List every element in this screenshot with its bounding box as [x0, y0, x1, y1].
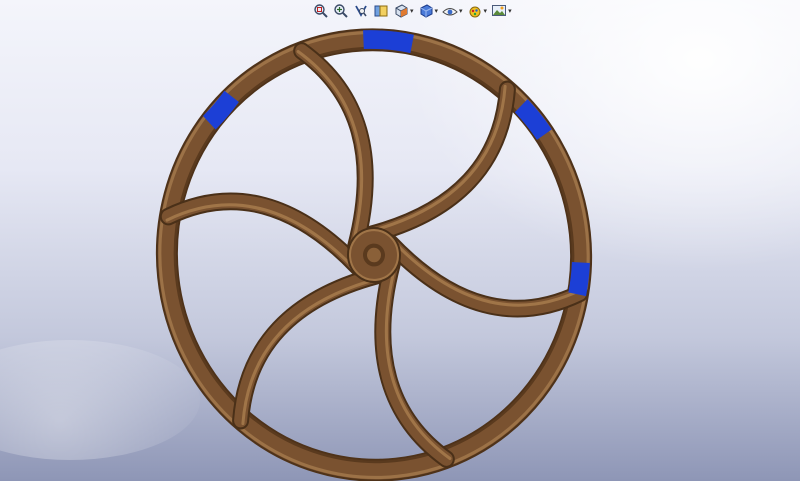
spoke[interactable] [159, 141, 367, 347]
selected-rim-face[interactable] [202, 90, 239, 130]
spoke[interactable] [381, 163, 589, 369]
spoke[interactable] [227, 266, 392, 430]
wheel-body[interactable] [138, 11, 610, 481]
selected-rim-face[interactable] [363, 30, 414, 54]
spoke[interactable] [356, 80, 521, 244]
graphics-area[interactable]: ▾ ▾ ▾ ▾ ▾ [0, 0, 800, 481]
selected-rim-face[interactable] [568, 261, 590, 297]
floor-reflection [0, 340, 200, 460]
spiral-wheel-model[interactable] [0, 0, 800, 481]
selected-rim-face[interactable] [514, 99, 552, 141]
